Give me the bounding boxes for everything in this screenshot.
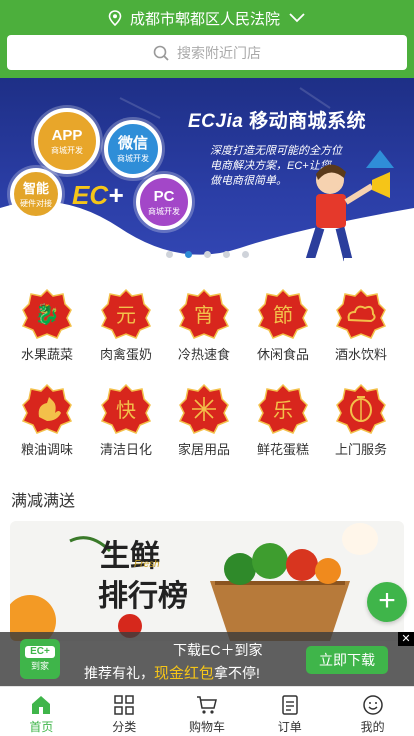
add-floating-button[interactable]: + <box>367 582 407 622</box>
banner-bubble-smart: 智能 硬件对接 <box>10 168 62 220</box>
location-pin-icon <box>108 10 122 26</box>
promo-fresh-ranking[interactable]: 生鲜 Fresh 排行榜 <box>10 521 404 641</box>
header: 成都市郫都区人民法院 搜索附近门店 <box>0 0 414 78</box>
category-item-grain-oil[interactable]: 粮油调味 <box>7 383 87 473</box>
rooster-icon <box>21 383 73 434</box>
banner-bubble-wechat: 微信 商城开发 <box>104 120 162 178</box>
bottom-tab-bar: 首页 分类 购物车 订单 我的 <box>0 686 414 736</box>
tab-profile[interactable]: 我的 <box>331 687 414 736</box>
category-item-home-goods[interactable]: 家居用品 <box>164 383 244 473</box>
chevron-down-icon <box>289 13 305 23</box>
category-item-home-service[interactable]: 上门服务 <box>321 383 401 473</box>
profile-icon <box>362 695 383 715</box>
lantern-icon <box>335 383 387 434</box>
banner-dot[interactable] <box>222 251 230 258</box>
kuai-character-icon: 快 <box>100 383 152 434</box>
close-icon[interactable]: ✕ <box>398 632 414 646</box>
category-item-meat-egg-dairy[interactable]: 元 肉禽蛋奶 <box>86 288 166 378</box>
category-item-fast-food[interactable]: 宵 冷热速食 <box>164 288 244 378</box>
search-placeholder: 搜索附近门店 <box>177 44 261 61</box>
promo-fresh-word: Fresh <box>134 559 160 570</box>
order-icon <box>282 695 298 715</box>
svg-text:元: 元 <box>116 303 136 327</box>
grid-icon <box>114 695 134 715</box>
location-text: 成都市郫都区人民法院 <box>129 10 280 28</box>
banner-dot[interactable] <box>241 251 249 258</box>
tab-orders[interactable]: 订单 <box>248 687 331 736</box>
app-logo: EC+ 到家 <box>20 639 60 679</box>
cloud-icon <box>335 288 387 339</box>
banner-dot[interactable] <box>203 251 211 258</box>
home-icon <box>32 696 51 714</box>
category-item-flowers-cakes[interactable]: 乐 鲜花蛋糕 <box>243 383 323 473</box>
svg-text:節: 節 <box>273 303 293 327</box>
banner-dot[interactable] <box>165 251 173 258</box>
download-subtitle: 推荐有礼，现金红包拿不停! <box>84 665 260 682</box>
section-title: 满减满送 <box>11 493 76 510</box>
svg-text:宵: 宵 <box>194 303 214 327</box>
le-character-icon: 乐 <box>257 383 309 434</box>
dragon-icon: 🐉 <box>21 288 73 339</box>
location-selector[interactable]: 成都市郫都区人民法院 <box>0 6 414 30</box>
svg-text:乐: 乐 <box>273 398 293 422</box>
category-item-snacks[interactable]: 節 休闲食品 <box>243 288 323 378</box>
promo-headline-2: 排行榜 <box>98 580 188 613</box>
banner-ec-logo: EC+ <box>72 180 124 210</box>
fresh-produce-illustration <box>10 523 378 641</box>
category-item-drinks[interactable]: 酒水饮料 <box>321 288 401 378</box>
banner-pagination <box>0 251 414 258</box>
download-title: 下载EC＋到家 <box>173 642 263 658</box>
svg-text:快: 快 <box>116 398 136 422</box>
search-input[interactable]: 搜索附近门店 <box>7 35 407 70</box>
download-app-bar[interactable]: ✕ EC+ 到家 下载EC＋到家 推荐有礼，现金红包拿不停! 立即下载 <box>0 632 414 686</box>
tab-cart[interactable]: 购物车 <box>166 687 249 736</box>
tab-home[interactable]: 首页 <box>0 687 83 736</box>
banner-bubble-app: APP 商城开发 <box>34 108 100 174</box>
tab-category[interactable]: 分类 <box>83 687 166 736</box>
cart-icon <box>196 696 217 714</box>
promo-banner[interactable]: APP 商城开发 微信 商城开发 智能 硬件对接 PC 商城开发 EC+ ECJ… <box>0 78 414 270</box>
category-item-cleaning[interactable]: 快 清洁日化 <box>86 383 166 473</box>
banner-dot-active[interactable] <box>184 251 192 258</box>
yuan-character-icon: 元 <box>100 288 152 339</box>
xiao-character-icon: 宵 <box>178 288 230 339</box>
svg-text:🐉: 🐉 <box>35 302 60 326</box>
search-icon <box>153 45 169 61</box>
firework-icon <box>178 383 230 434</box>
download-now-button[interactable]: 立即下载 <box>306 646 388 674</box>
banner-bubble-pc: PC 商城开发 <box>136 174 192 230</box>
category-item-fruit-veg[interactable]: 🐉 水果蔬菜 <box>7 288 87 378</box>
jie-character-icon: 節 <box>257 288 309 339</box>
banner-title: ECJia 移动商城系统 <box>188 111 367 132</box>
